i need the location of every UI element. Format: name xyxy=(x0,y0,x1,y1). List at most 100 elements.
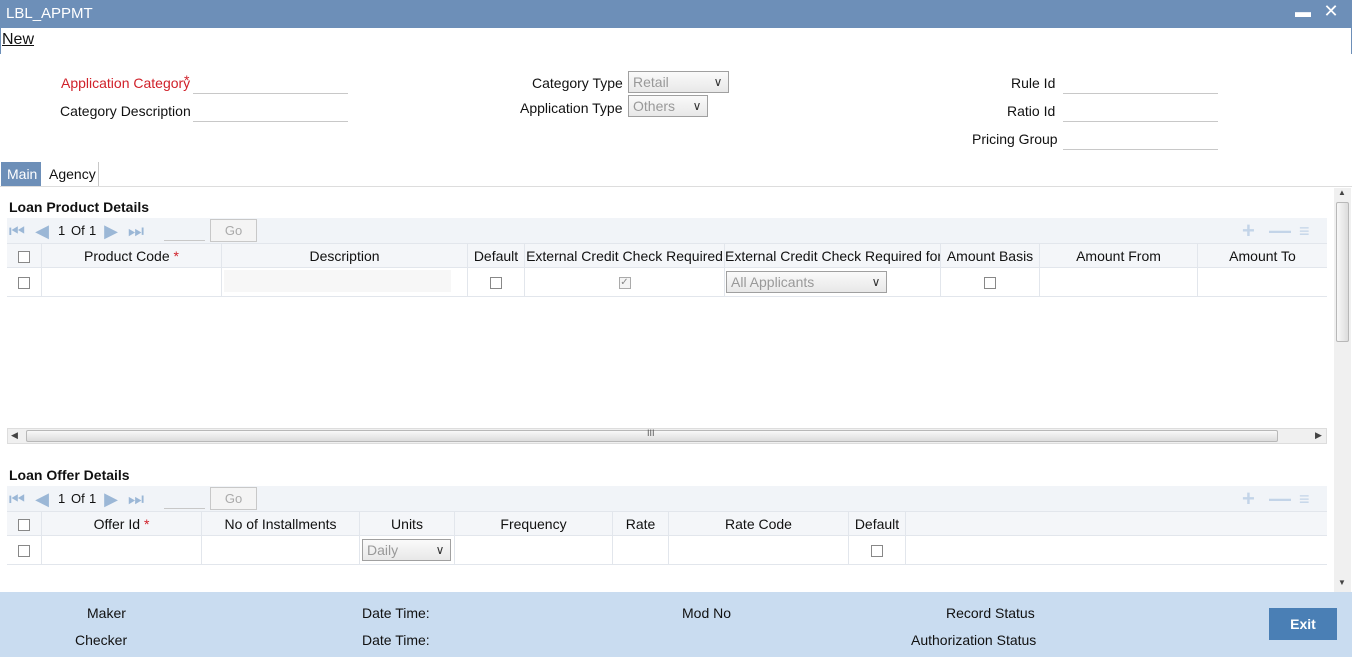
rule-id-label: Rule Id xyxy=(1011,75,1056,91)
default-checkbox[interactable] xyxy=(490,277,502,290)
first-page-icon[interactable]: ⏮ xyxy=(7,489,27,509)
credit-check-required-checkbox[interactable]: ✓ xyxy=(618,277,631,290)
go-button[interactable]: Go xyxy=(210,219,257,242)
vertical-scrollbar[interactable]: ▲ ▼ xyxy=(1334,188,1351,592)
of-label: Of xyxy=(71,491,85,506)
close-icon[interactable]: ✕ xyxy=(1322,1,1340,21)
mod-no-label: Mod No xyxy=(682,605,732,621)
scroll-down-icon[interactable]: ▼ xyxy=(1338,578,1346,587)
previous-page-icon[interactable]: ◀ xyxy=(32,489,52,509)
column-header: Rate xyxy=(613,512,669,535)
amount-to-input[interactable] xyxy=(1198,268,1327,296)
last-page-icon[interactable]: ⏭ xyxy=(126,221,146,241)
installments-input[interactable] xyxy=(202,536,359,564)
maker-date-time-label: Date Time: xyxy=(362,605,430,621)
delete-row-icon[interactable]: — xyxy=(1269,488,1291,510)
select-all-checkbox[interactable] xyxy=(18,519,30,532)
column-header: Default xyxy=(468,244,525,267)
offer-id-input[interactable] xyxy=(42,536,201,564)
column-header: Units xyxy=(360,512,455,535)
next-page-icon[interactable]: ▶ xyxy=(101,221,121,241)
tab-divider xyxy=(0,186,1352,187)
column-header: Offer Id * xyxy=(42,512,202,535)
vertical-scroll-thumb[interactable] xyxy=(1336,202,1349,342)
last-page-icon[interactable]: ⏭ xyxy=(126,489,146,509)
column-header: External Credit Check Required for xyxy=(725,244,941,267)
loan-product-header: Product Code * Description Default Exter… xyxy=(7,243,1327,268)
product-code-input[interactable] xyxy=(42,268,221,296)
column-header: Description xyxy=(222,244,468,267)
add-row-icon[interactable]: + xyxy=(1242,220,1255,242)
column-header: External Credit Check Required xyxy=(525,244,725,267)
chevron-down-icon: ∨ xyxy=(871,275,881,289)
chevron-down-icon: ∨ xyxy=(713,75,723,89)
units-select[interactable]: Daily ∨ xyxy=(362,539,451,561)
maker-label: Maker xyxy=(87,605,126,621)
rate-input[interactable] xyxy=(613,536,668,564)
pricing-group-input[interactable] xyxy=(1063,129,1218,150)
current-page: 1 xyxy=(58,491,66,506)
required-marker: * xyxy=(184,72,190,88)
column-header: Frequency xyxy=(455,512,613,535)
chevron-down-icon: ∨ xyxy=(435,543,445,557)
authorization-status-label: Authorization Status xyxy=(911,632,1037,648)
application-category-input[interactable] xyxy=(193,73,348,94)
column-header: No of Installments xyxy=(202,512,360,535)
loan-offer-pager: ⏮ ◀ 1 Of 1 ▶ ⏭ Go + — ≡ xyxy=(7,486,1327,512)
window-title: LBL_APPMT xyxy=(6,5,93,22)
category-type-value: Retail xyxy=(633,74,669,90)
title-bar: LBL_APPMT ▬ ✕ xyxy=(0,0,1352,28)
previous-page-icon[interactable]: ◀ xyxy=(32,221,52,241)
go-button[interactable]: Go xyxy=(210,487,257,510)
tab-main[interactable]: Main xyxy=(1,162,41,186)
ratio-id-input[interactable] xyxy=(1063,101,1218,122)
page-number-input[interactable] xyxy=(164,488,205,509)
delete-row-icon[interactable]: — xyxy=(1269,220,1291,242)
amount-from-input[interactable] xyxy=(1040,268,1197,296)
required-marker: * xyxy=(143,516,150,532)
horizontal-scroll-thumb[interactable]: III xyxy=(26,428,1278,442)
row-select-checkbox[interactable] xyxy=(18,545,30,558)
column-header: Amount To xyxy=(1229,248,1296,264)
rate-code-input[interactable] xyxy=(669,536,848,564)
scroll-left-icon[interactable]: ◀ xyxy=(11,430,18,441)
exit-button[interactable]: Exit xyxy=(1269,608,1337,640)
select-all-checkbox[interactable] xyxy=(18,251,30,264)
application-type-select[interactable]: Others ∨ xyxy=(628,95,708,117)
scroll-up-icon[interactable]: ▲ xyxy=(1338,188,1346,197)
page-number-input[interactable] xyxy=(164,220,205,241)
row-select-checkbox[interactable] xyxy=(18,277,30,290)
application-type-value: Others xyxy=(633,98,676,114)
total-pages: 1 xyxy=(89,223,97,238)
new-link[interactable]: New xyxy=(2,31,34,49)
loan-offer-details-title: Loan Offer Details xyxy=(9,467,130,483)
add-row-icon[interactable]: + xyxy=(1242,488,1255,510)
rule-id-input[interactable] xyxy=(1063,73,1218,94)
of-label: Of xyxy=(71,223,85,238)
checker-date-time-label: Date Time: xyxy=(362,632,430,648)
category-description-label: Category Description xyxy=(60,103,191,119)
scroll-right-icon[interactable]: ▶ xyxy=(1315,430,1322,441)
first-page-icon[interactable]: ⏮ xyxy=(7,221,27,241)
loan-product-details-title: Loan Product Details xyxy=(9,199,150,215)
table-row: Daily ∨ xyxy=(7,536,1327,565)
pricing-group-label: Pricing Group xyxy=(972,131,1058,147)
tab-agency[interactable]: Agency xyxy=(43,162,99,186)
list-view-icon[interactable]: ≡ xyxy=(1299,221,1310,241)
category-type-select[interactable]: Retail ∨ xyxy=(628,71,729,93)
chevron-down-icon: ∨ xyxy=(692,99,702,113)
ratio-id-label: Ratio Id xyxy=(1007,103,1056,119)
category-description-input[interactable] xyxy=(193,101,348,122)
next-page-icon[interactable]: ▶ xyxy=(101,489,121,509)
frequency-input[interactable] xyxy=(455,536,612,564)
column-header: Amount From xyxy=(1040,244,1198,267)
table-row: ✓ All Applicants ∨ xyxy=(7,268,1327,297)
column-header: Default xyxy=(849,512,906,535)
minimize-icon[interactable]: ▬ xyxy=(1295,4,1311,22)
grip-icon: III xyxy=(647,428,655,438)
list-view-icon[interactable]: ≡ xyxy=(1299,489,1310,509)
horizontal-scrollbar[interactable]: ◀ III ▶ xyxy=(7,428,1327,444)
amount-basis-checkbox[interactable] xyxy=(984,277,996,290)
default-checkbox[interactable] xyxy=(871,545,883,558)
credit-check-for-select[interactable]: All Applicants ∨ xyxy=(726,271,887,293)
